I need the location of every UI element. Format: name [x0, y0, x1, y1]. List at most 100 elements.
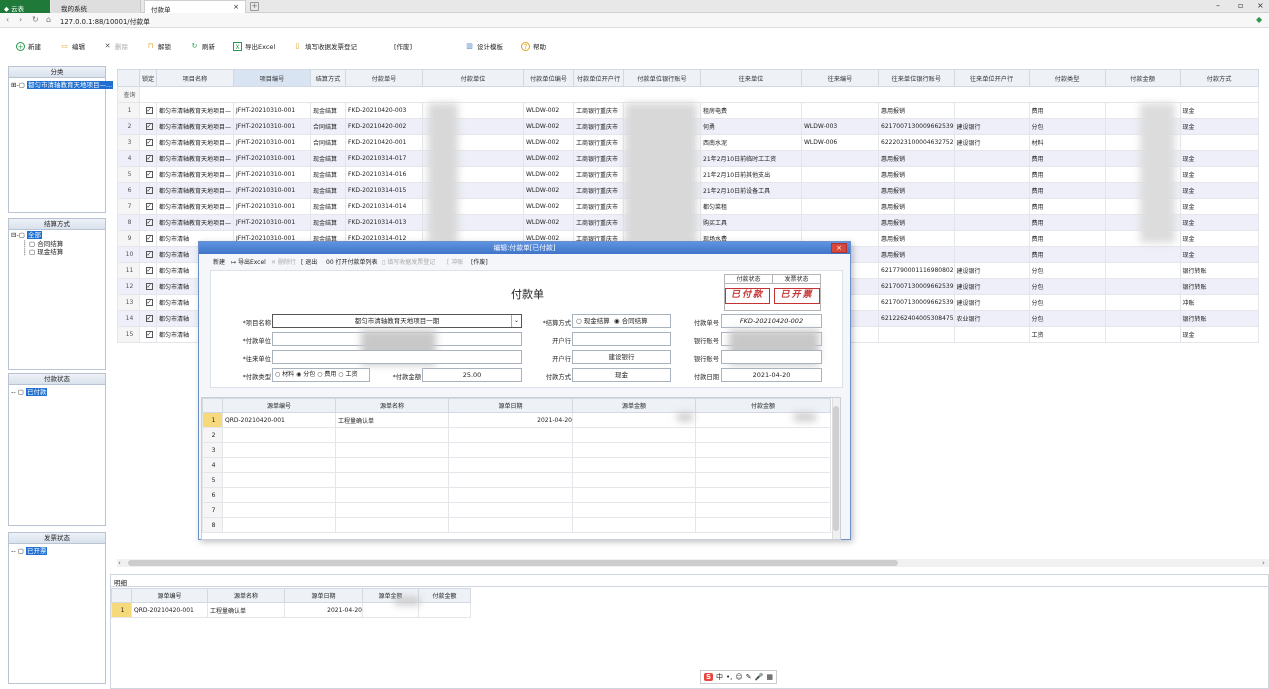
checkbox-icon[interactable]: ✓ [145, 123, 153, 130]
sub-cell[interactable] [572, 502, 696, 518]
tab-system[interactable]: 我的系统 [51, 0, 141, 13]
table-cell[interactable]: 租房电费 [700, 102, 802, 119]
detail-cell[interactable]: 工程量确认单 [207, 602, 285, 618]
table-cell[interactable]: 现金 [1179, 230, 1259, 247]
table-cell[interactable]: JFHT-20210310-001 [233, 118, 311, 135]
table-cell[interactable]: JFHT-20210310-001 [233, 134, 311, 151]
lock-checkbox[interactable]: ✓ [139, 198, 157, 215]
pay-date-field[interactable]: 2021-04-20 [721, 368, 822, 382]
column-header[interactable]: 付款单位开户行 [573, 69, 624, 87]
ime-punct-icon[interactable]: •, [726, 673, 732, 681]
to-unit-field[interactable] [272, 350, 522, 364]
project-select[interactable]: 都匀市清轴教育天地项目一期 ⌄ [272, 314, 522, 328]
dialog-open-list-button[interactable]: 00 打开付款单列表 [326, 257, 378, 266]
table-cell[interactable]: 费用 [1028, 166, 1106, 183]
table-cell[interactable]: 材料 [1028, 134, 1106, 151]
table-cell[interactable] [953, 150, 1030, 167]
table-cell[interactable]: JFHT-20210310-001 [233, 166, 311, 183]
ime-emoji-icon[interactable]: ☺ [735, 673, 742, 681]
sub-cell[interactable] [335, 517, 449, 533]
table-cell[interactable]: WLDW-002 [523, 150, 574, 167]
table-cell[interactable]: WLDW-002 [523, 214, 574, 231]
table-cell[interactable]: 6217007130009662539 [878, 278, 955, 295]
table-cell[interactable] [1104, 278, 1181, 295]
row-number[interactable]: 6 [117, 182, 140, 199]
checkbox-icon[interactable]: ✓ [145, 155, 153, 162]
ime-mic-icon[interactable]: 🎤 [755, 673, 764, 681]
sub-row[interactable]: 7 [202, 502, 831, 518]
ime-lang[interactable]: 中 [716, 672, 723, 682]
table-cell[interactable]: 现金结算 [310, 214, 346, 231]
sub-row[interactable]: 3 [202, 442, 831, 458]
checkbox-icon[interactable]: ✓ [145, 107, 153, 114]
table-cell[interactable]: 惠用报销 [878, 230, 955, 247]
table-cell[interactable]: 都匀市清轴教育天地项目— [156, 182, 234, 199]
type-material-radio[interactable]: ○ 材料 [275, 371, 294, 378]
table-cell[interactable]: JFHT-20210310-001 [233, 150, 311, 167]
lock-checkbox[interactable]: ✓ [139, 134, 157, 151]
checkbox-icon[interactable]: ✓ [145, 267, 153, 274]
table-cell[interactable] [953, 230, 1030, 247]
bank2-field[interactable]: 建设银行 [572, 350, 671, 364]
checkbox-icon[interactable]: ✓ [145, 251, 153, 258]
table-cell[interactable]: WLDW-002 [523, 102, 574, 119]
pay-status-item[interactable]: 已付款 [25, 388, 48, 396]
dialog-close-button[interactable]: × [831, 243, 847, 253]
table-cell[interactable]: JFHT-20210310-001 [233, 198, 311, 215]
sub-cell[interactable] [448, 502, 573, 518]
table-cell[interactable]: 建设银行 [953, 278, 1030, 295]
lock-checkbox[interactable]: ✓ [139, 102, 157, 119]
row-number[interactable]: 1 [111, 602, 132, 618]
lock-checkbox[interactable]: ✓ [139, 278, 157, 295]
sub-cell[interactable] [448, 472, 573, 488]
column-header[interactable]: 付款类型 [1028, 69, 1106, 87]
table-cell[interactable]: 合同结算 [310, 118, 346, 135]
table-cell[interactable]: WLDW-002 [523, 134, 574, 151]
sub-cell[interactable] [695, 457, 831, 473]
refresh-button[interactable]: ↻ 刷新 [190, 40, 215, 52]
sub-cell[interactable] [448, 442, 573, 458]
dialog-new-button[interactable]: 新建 [213, 257, 225, 266]
row-number[interactable]: 12 [117, 278, 140, 295]
home-icon[interactable]: ⌂ [46, 15, 51, 24]
table-cell[interactable]: FKD-20210314-016 [345, 166, 423, 183]
reload-icon[interactable]: ↻ [32, 15, 39, 24]
new-button[interactable]: + 新建 [16, 40, 41, 52]
table-cell[interactable]: 工商银行重庆市 [573, 198, 624, 215]
table-cell[interactable]: 建设银行 [953, 262, 1030, 279]
table-cell[interactable] [878, 326, 955, 343]
table-cell[interactable]: 都匀市清轴教育天地项目— [156, 102, 234, 119]
table-cell[interactable]: 工资 [1028, 326, 1106, 343]
dialog-export-button[interactable]: ↦ 导出Excel [231, 257, 266, 266]
table-cell[interactable] [801, 214, 879, 231]
table-cell[interactable]: 费用 [1028, 182, 1106, 199]
table-cell[interactable]: WLDW-002 [523, 166, 574, 183]
column-header[interactable]: 往来单位 [700, 69, 802, 87]
restore-icon[interactable]: ▫ [1238, 1, 1243, 10]
table-cell[interactable]: 现金 [1179, 198, 1259, 215]
table-cell[interactable]: 现金 [1179, 182, 1259, 199]
row-number[interactable]: 7 [202, 502, 223, 518]
sub-cell[interactable] [222, 502, 336, 518]
lock-checkbox[interactable]: ✓ [139, 166, 157, 183]
row-number[interactable]: 2 [117, 118, 140, 135]
pay-no-field[interactable]: FKD-20210420-002 [721, 314, 822, 328]
dialog-void-button[interactable]: [作废] [471, 257, 488, 266]
table-cell[interactable]: FKD-20210420-002 [345, 118, 423, 135]
lock-checkbox[interactable]: ✓ [139, 326, 157, 343]
table-cell[interactable]: 现金 [1179, 246, 1259, 263]
account2-field[interactable] [721, 350, 822, 364]
table-cell[interactable]: 惠用报销 [878, 166, 955, 183]
sub-cell[interactable] [695, 472, 831, 488]
table-cell[interactable]: FKD-20210314-015 [345, 182, 423, 199]
sub-row[interactable]: 1 QRD-20210420-001 工程量确认单 2021-04-20 [202, 412, 831, 428]
table-cell[interactable]: 6217007130009662539 [878, 118, 955, 135]
category-item[interactable]: 都匀市清轴教育天地项目—... [27, 81, 114, 89]
table-cell[interactable]: 工商银行重庆市 [573, 182, 624, 199]
row-number[interactable]: 3 [202, 442, 223, 458]
ime-grid-icon[interactable]: ▦ [766, 673, 773, 681]
table-cell[interactable]: 现金 [1179, 150, 1259, 167]
table-cell[interactable] [801, 150, 879, 167]
table-cell[interactable]: 农业银行 [953, 310, 1030, 327]
sub-cell[interactable] [695, 427, 831, 443]
